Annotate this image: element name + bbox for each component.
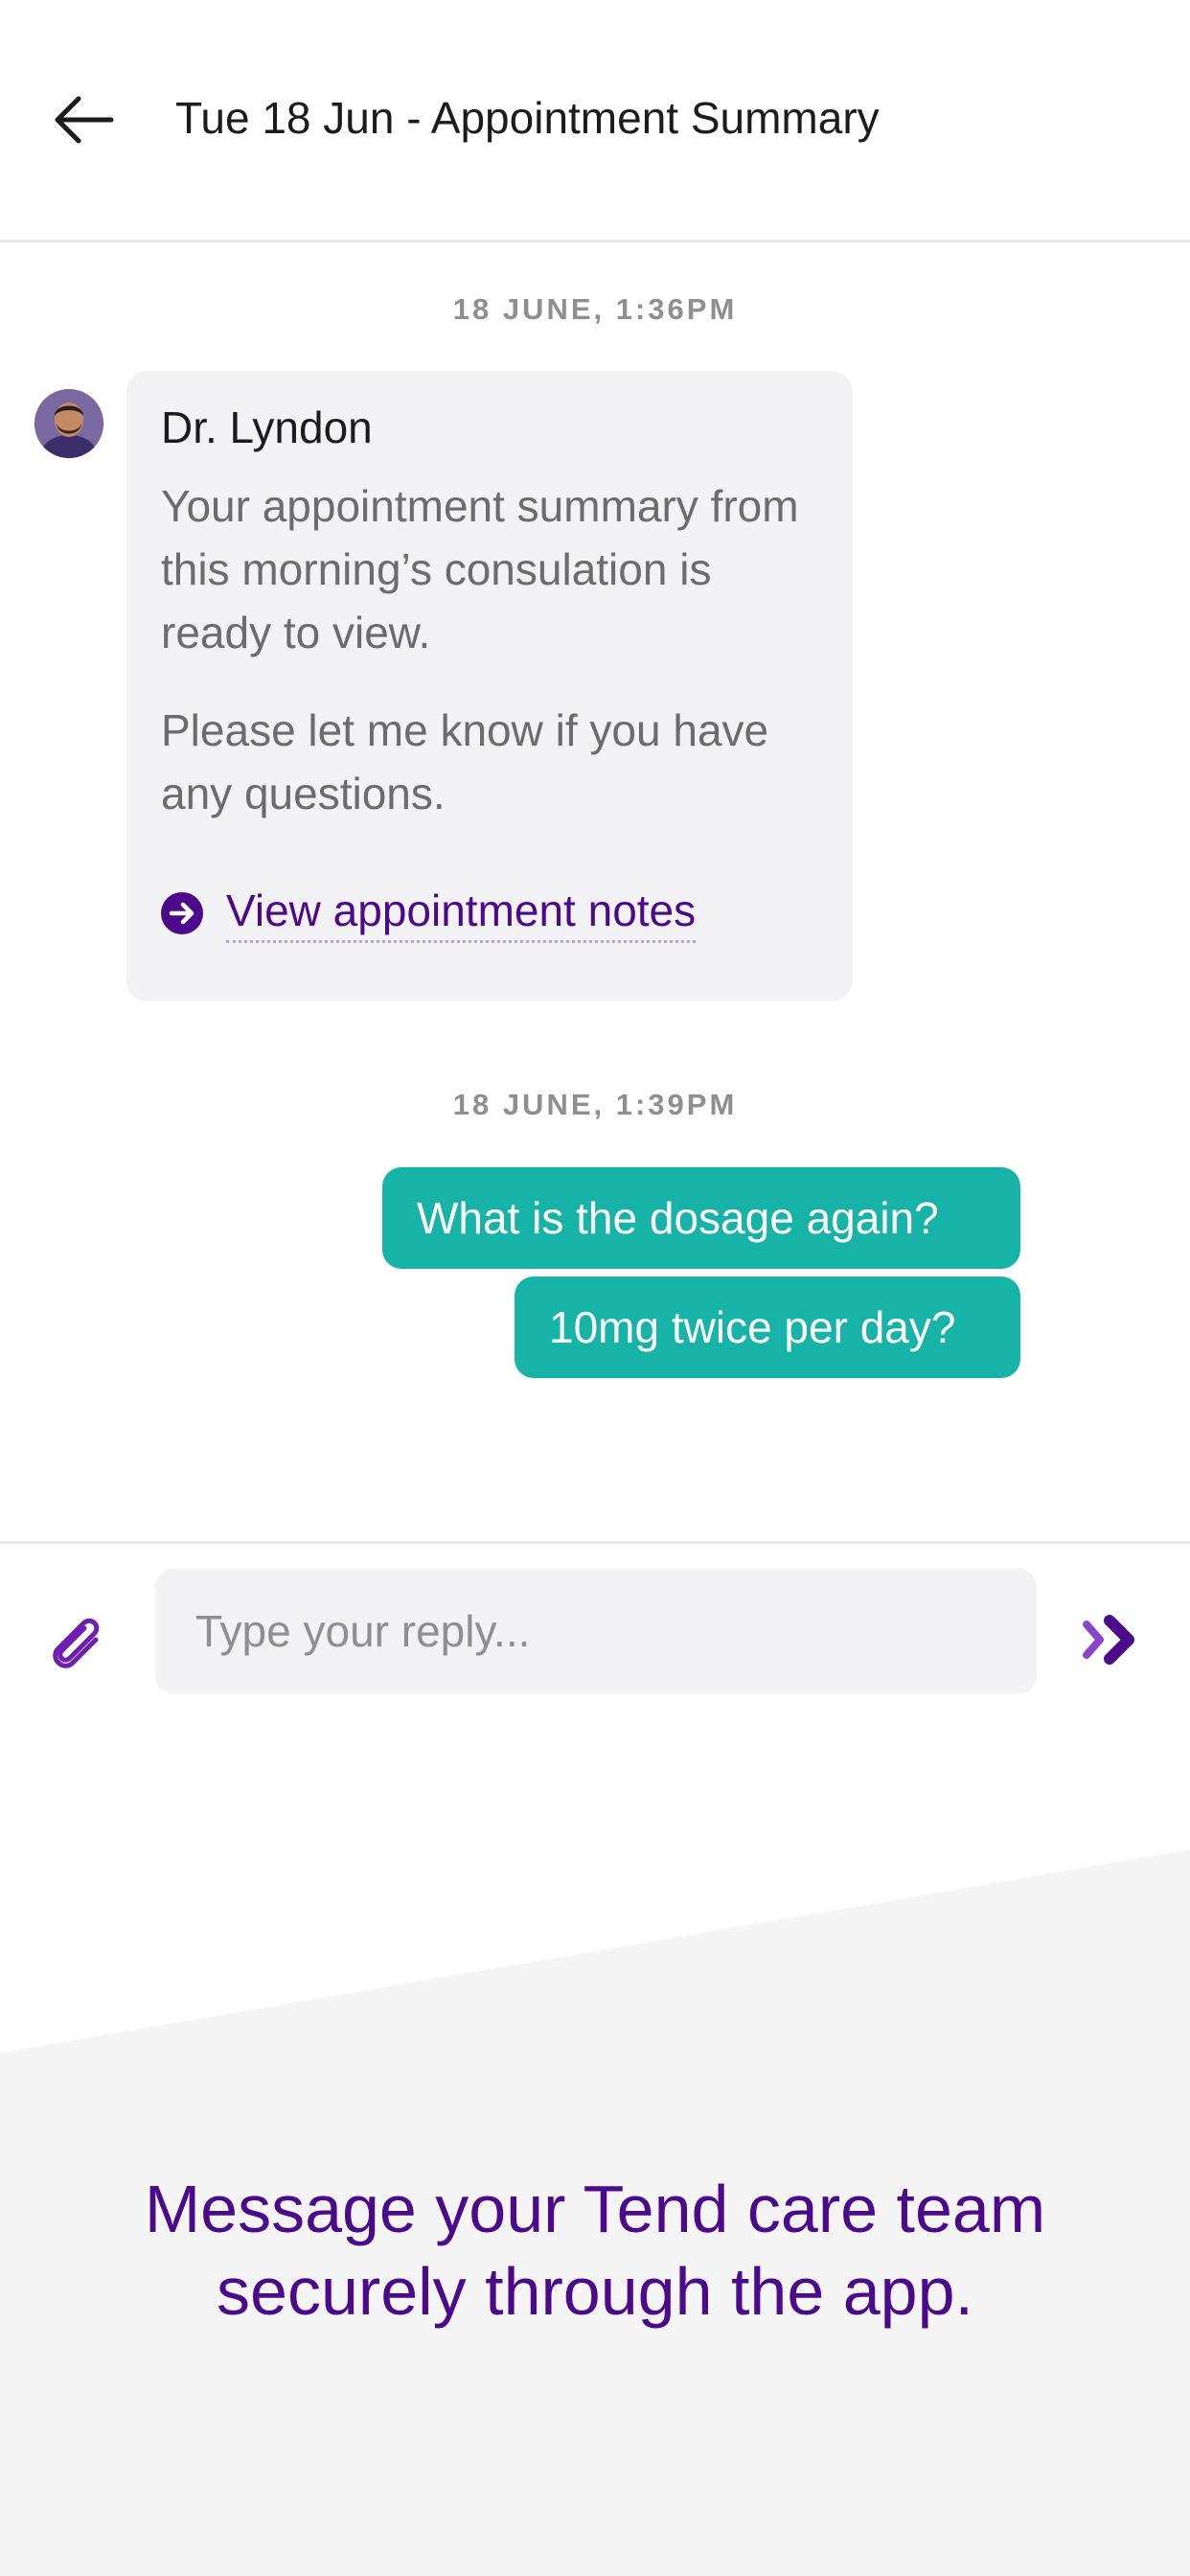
link-label[interactable]: View appointment notes bbox=[226, 885, 697, 943]
outgoing-message-bubble: What is the dosage again? bbox=[382, 1167, 1020, 1269]
app-header: Tue 18 Jun - Appointment Summary bbox=[0, 0, 1190, 242]
message-timestamp: 18 JUNE, 1:36PM bbox=[452, 292, 738, 326]
promo-tagline: Message your Tend care team securely thr… bbox=[0, 2168, 1190, 2333]
send-chevrons-icon bbox=[1083, 1615, 1134, 1665]
arrow-left-icon bbox=[55, 96, 114, 144]
paperclip-icon bbox=[53, 1618, 100, 1668]
outgoing-message-bubble: 10mg twice per day? bbox=[515, 1276, 1020, 1378]
send-button[interactable] bbox=[1081, 1611, 1148, 1668]
message-composer bbox=[0, 1541, 1190, 1707]
arrow-right-circle-icon bbox=[161, 892, 203, 934]
message-sender: Dr. Lyndon bbox=[161, 402, 373, 452]
attach-button[interactable] bbox=[46, 1611, 109, 1674]
incoming-message-bubble: Dr. Lyndon Your appointment summary from… bbox=[126, 371, 853, 1001]
back-button[interactable] bbox=[50, 86, 126, 153]
message-text: Your appointment summary from this morni… bbox=[161, 481, 799, 657]
message-text: Please let me know if you have any quest… bbox=[161, 705, 769, 818]
message-timestamp: 18 JUNE, 1:39PM bbox=[452, 1088, 738, 1121]
page-title: Tue 18 Jun - Appointment Summary bbox=[175, 93, 880, 143]
doctor-avatar[interactable] bbox=[34, 389, 103, 458]
promo-line: Message your Tend care team bbox=[144, 2172, 1046, 2246]
promo-line: securely through the app. bbox=[217, 2254, 973, 2329]
avatar-image bbox=[34, 389, 103, 458]
reply-input[interactable] bbox=[155, 1569, 1037, 1693]
